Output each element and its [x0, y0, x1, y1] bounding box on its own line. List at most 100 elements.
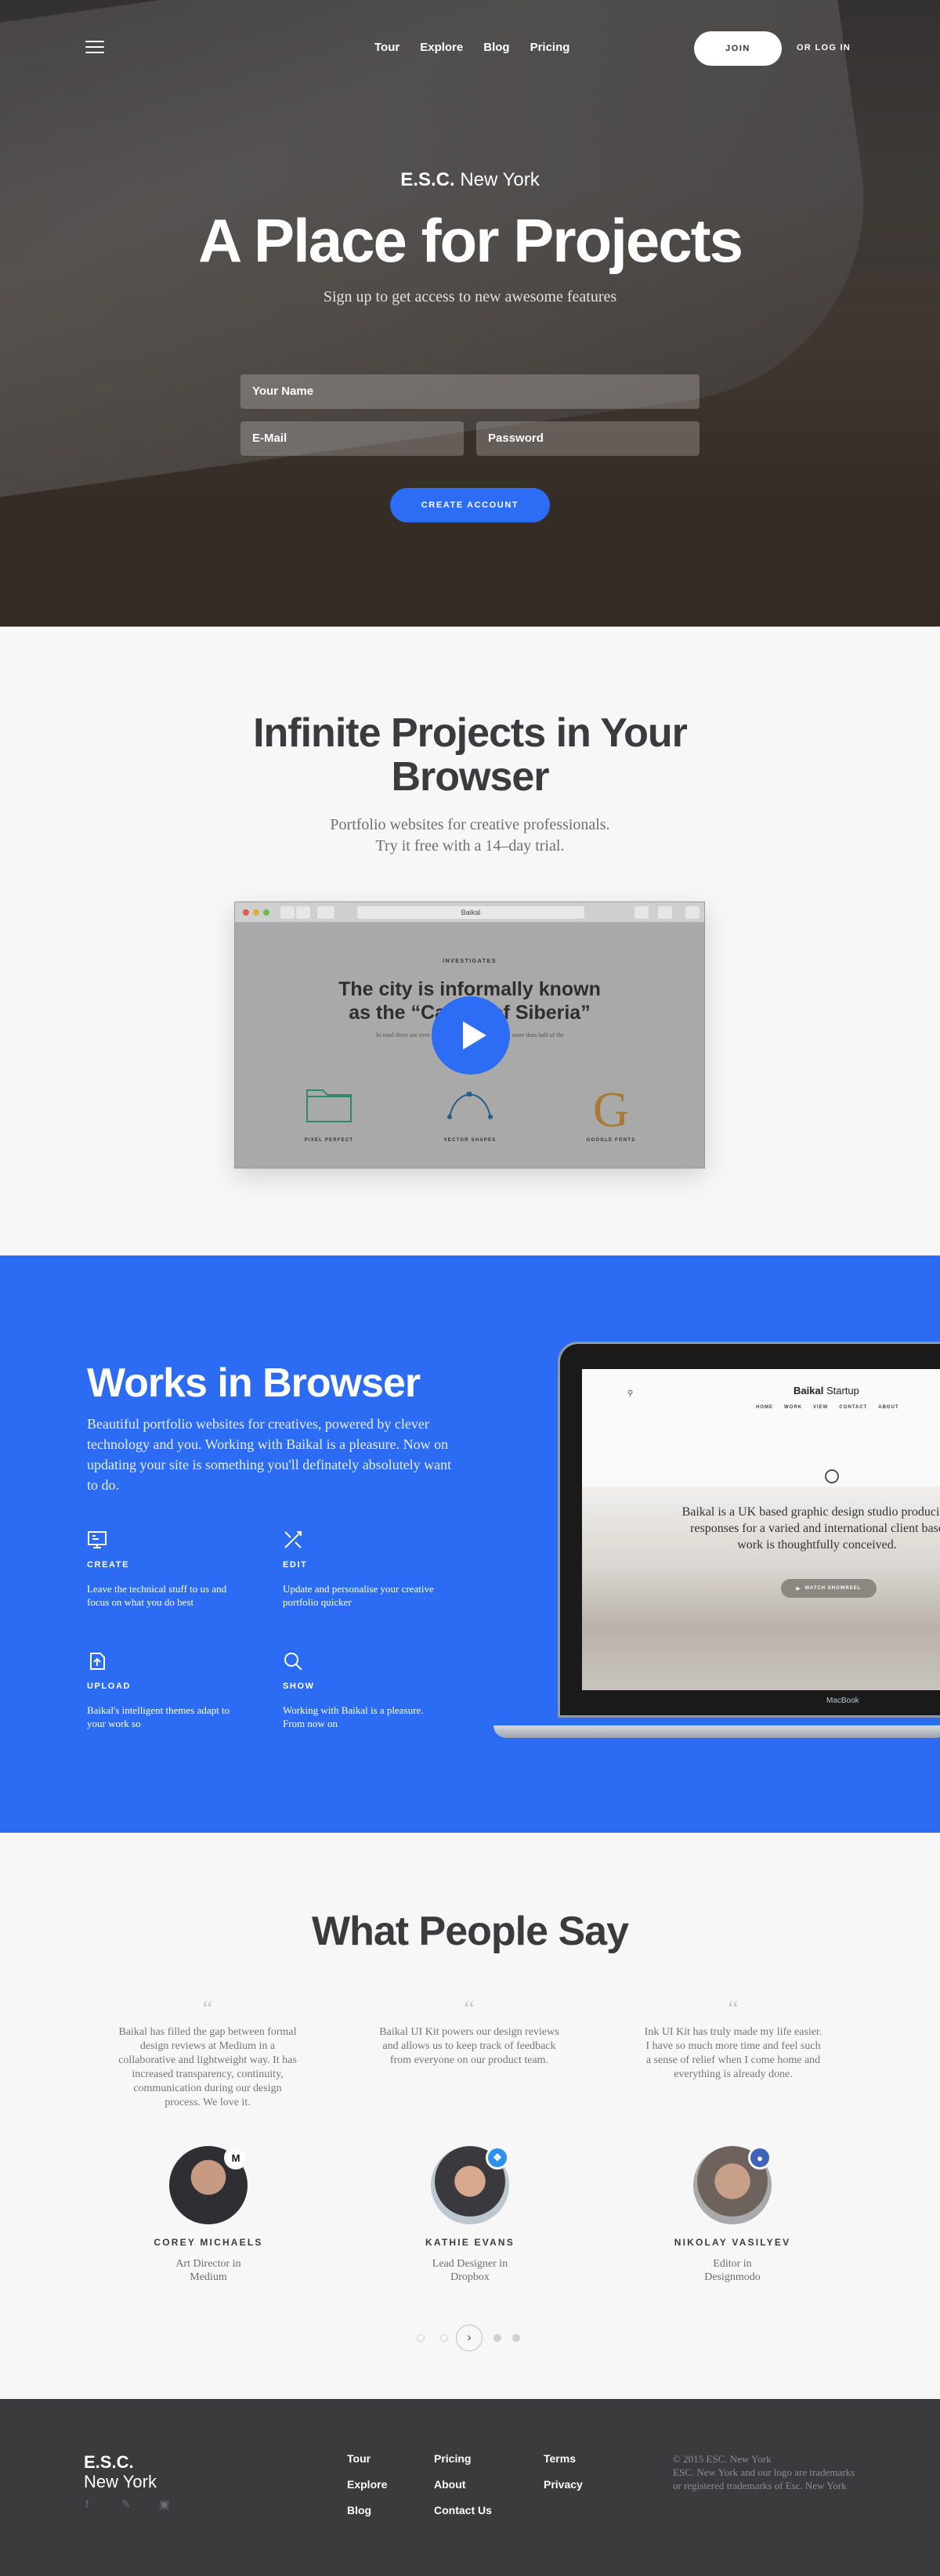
password-field[interactable]: Password	[476, 421, 700, 456]
back-icon[interactable]	[280, 906, 295, 919]
person-role-line2: Designmodo	[704, 2271, 761, 2283]
feature-edit: EDIT Update and personalise your creativ…	[283, 1530, 439, 1609]
laptop-text: Baikal is a UK based graphic design stud…	[653, 1504, 940, 1553]
nav-link-tour[interactable]: Tour	[374, 41, 400, 54]
feature-create: CREATE Leave the technical stuff to us a…	[87, 1530, 244, 1609]
quote-mark-icon: “	[202, 1996, 213, 2021]
email-field[interactable]: E-Mail	[240, 421, 464, 456]
join-button[interactable]: JOIN	[694, 31, 782, 66]
folder-icon	[306, 1089, 352, 1122]
preview-feature-pixel: PIXEL PERFECT	[282, 1081, 376, 1143]
preview-kicker: INVESTIGATES	[443, 959, 497, 964]
close-dot[interactable]	[243, 909, 249, 916]
laptop-model-label: MacBook	[826, 1696, 859, 1705]
feature-upload: UPLOAD Baikal's intelligent themes adapt…	[87, 1651, 244, 1730]
instagram-icon[interactable]: ▣	[159, 2498, 169, 2511]
hero-section: Tour Explore Blog Pricing JOIN OR LOG IN…	[0, 0, 940, 627]
intro-subtitle: Portfolio websites for creative professi…	[0, 815, 940, 857]
bezier-icon	[447, 1092, 493, 1119]
laptop-menu-item[interactable]: WORK	[784, 1405, 802, 1410]
logo-circle-icon	[825, 1469, 839, 1483]
nav-link-blog[interactable]: Blog	[483, 41, 509, 54]
feature-show: SHOW Working with Baikal is a pleasure. …	[283, 1651, 439, 1730]
showreel-label: WATCH SHOWREEL	[804, 1586, 862, 1591]
laptop-menu: HOME WORK VIEW CONTACT ABOUT	[756, 1405, 899, 1410]
footer-link-about[interactable]: About	[434, 2478, 465, 2491]
upload-icon	[90, 1653, 105, 1670]
pager-dot[interactable]	[440, 2334, 448, 2342]
login-link[interactable]: OR LOG IN	[797, 43, 851, 52]
testimonial-quote: Ink UI Kit has truly made my life easier…	[644, 2026, 822, 2080]
nav-link-pricing[interactable]: Pricing	[530, 41, 570, 54]
tabs-icon[interactable]	[658, 906, 672, 919]
pager-dot[interactable]	[512, 2334, 520, 2342]
laptop-menu-item[interactable]: HOME	[756, 1405, 773, 1410]
designmodo-icon: ●	[748, 2146, 772, 2170]
footer-link-terms[interactable]: Terms	[544, 2452, 576, 2465]
footer-brand-light: New York	[84, 2472, 157, 2491]
pager-dot[interactable]	[417, 2334, 425, 2342]
feature-title: SHOW	[283, 1682, 315, 1691]
footer-link-contact[interactable]: Contact Us	[434, 2504, 492, 2516]
person-role-line2: Medium	[190, 2271, 227, 2283]
forward-icon[interactable]	[296, 906, 310, 919]
person-name: NIKOLAY VASILYEV	[674, 2237, 791, 2248]
pager-next-button[interactable]: ›	[456, 2325, 483, 2351]
laptop-menu-item[interactable]: CONTACT	[839, 1405, 867, 1410]
feature-title: UPLOAD	[87, 1682, 132, 1691]
show-icon	[284, 1653, 302, 1671]
sidebar-icon[interactable]	[317, 906, 334, 919]
play-icon[interactable]	[432, 996, 510, 1075]
person-role-line1: Art Director in	[175, 2258, 241, 2270]
minimize-dot[interactable]	[253, 909, 259, 916]
share-icon[interactable]	[634, 906, 649, 919]
feature-title: EDIT	[283, 1560, 308, 1570]
create-account-button[interactable]: CREATE ACCOUNT	[390, 488, 550, 522]
play-small-icon: ▶	[796, 1586, 805, 1591]
footer: E.S.C. New York f ✎ ▣ Tour Explore Blog P…	[0, 2399, 940, 2576]
quote-mark-icon: “	[728, 1996, 739, 2021]
showreel-button[interactable]: ▶ WATCH SHOWREEL	[781, 1579, 877, 1598]
laptop-text-line3: work is thoughtfully conceived.	[737, 1538, 897, 1552]
footer-link-tour[interactable]: Tour	[347, 2452, 371, 2465]
hero-overlay	[0, 0, 940, 627]
footer-brand-bold: E.S.C.	[84, 2452, 134, 2472]
testimonials-title: What People Say	[312, 1909, 629, 1954]
new-tab-icon[interactable]	[685, 906, 700, 919]
laptop-text-line1: Baikal is a UK based graphic design stud…	[682, 1505, 940, 1519]
person-name: KATHIE EVANS	[425, 2237, 515, 2248]
person-role: Art Director in Medium	[114, 2257, 302, 2284]
works-text: Beautiful portfolio websites for creativ…	[87, 1416, 452, 1493]
laptop-mockup: ⚲ Baikal Startup HOME WORK VIEW CONTACT …	[558, 1342, 940, 1718]
testimonial-quote: Baikal UI Kit powers our design reviews …	[379, 2026, 559, 2066]
browser-url[interactable]: Baikal	[357, 906, 584, 919]
person-role: Editor in Designmodo	[638, 2257, 826, 2284]
feature-desc: Working with Baikal is a pleasure. From …	[283, 1704, 424, 1729]
name-field[interactable]: Your Name	[240, 374, 700, 409]
maximize-dot[interactable]	[263, 909, 269, 916]
testimonial-pager: ›	[417, 2325, 526, 2351]
works-section: Works in Browser Beautiful portfolio web…	[0, 1255, 940, 1833]
person-name: COREY MICHAELS	[154, 2237, 263, 2248]
preview-feature-label: PIXEL PERFECT	[304, 1138, 354, 1143]
feature-title: CREATE	[87, 1560, 130, 1570]
footer-link-pricing[interactable]: Pricing	[434, 2452, 471, 2465]
footer-link-explore[interactable]: Explore	[347, 2478, 387, 2491]
feature-desc: Baikal's intelligent themes adapt to you…	[87, 1704, 230, 1729]
laptop-menu-item[interactable]: VIEW	[813, 1405, 828, 1410]
works-title: Works in Browser	[87, 1360, 421, 1406]
person-role-line1: Editor in	[713, 2258, 752, 2270]
hero-brand: E.S.C. New York	[0, 169, 940, 191]
pager-dot[interactable]	[494, 2334, 501, 2342]
hero-brand-bold: E.S.C.	[400, 169, 455, 190]
twitter-icon[interactable]: ✎	[121, 2498, 131, 2511]
intro-subtitle-line2: Try it free with a 14–day trial.	[375, 837, 565, 854]
laptop-menu-item[interactable]: ABOUT	[878, 1405, 898, 1410]
facebook-icon[interactable]: f	[85, 2498, 89, 2510]
hamburger-icon[interactable]	[85, 41, 104, 55]
footer-link-privacy[interactable]: Privacy	[544, 2478, 583, 2491]
letter-g-icon: G	[593, 1082, 629, 1137]
nav-link-explore[interactable]: Explore	[420, 41, 463, 54]
feature-desc: Leave the technical stuff to us and focu…	[87, 1583, 227, 1608]
footer-link-blog[interactable]: Blog	[347, 2504, 371, 2516]
